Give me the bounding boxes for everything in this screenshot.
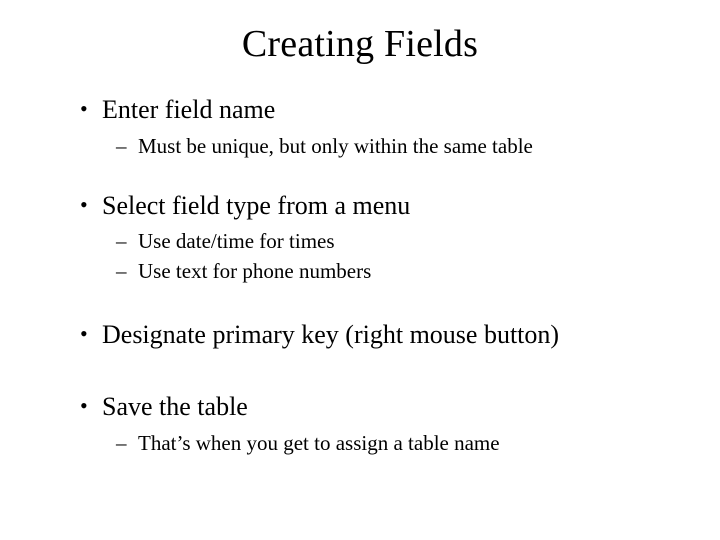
- sub-text: That’s when you get to assign a table na…: [138, 430, 500, 457]
- bullet-group-0: • Enter field name – Must be unique, but…: [80, 94, 670, 160]
- bullet-item: • Select field type from a menu: [80, 190, 670, 223]
- sub-item: – That’s when you get to assign a table …: [116, 430, 670, 457]
- bullet-text: Enter field name: [102, 94, 275, 127]
- sub-item: – Must be unique, but only within the sa…: [116, 133, 670, 160]
- bullet-group-1: • Select field type from a menu – Use da…: [80, 190, 670, 285]
- bullet-group-2: • Designate primary key (right mouse but…: [80, 319, 670, 352]
- bullet-group-3: • Save the table – That’s when you get t…: [80, 391, 670, 457]
- sub-item: – Use text for phone numbers: [116, 258, 670, 285]
- sub-text: Must be unique, but only within the same…: [138, 133, 533, 160]
- dash-icon: –: [116, 430, 138, 457]
- bullet-text: Designate primary key (right mouse butto…: [102, 319, 559, 352]
- sub-text: Use text for phone numbers: [138, 258, 371, 285]
- bullet-item: • Enter field name: [80, 94, 670, 127]
- bullet-icon: •: [80, 98, 102, 120]
- bullet-text: Select field type from a menu: [102, 190, 410, 223]
- dash-icon: –: [116, 258, 138, 285]
- bullet-item: • Designate primary key (right mouse but…: [80, 319, 670, 352]
- bullet-icon: •: [80, 323, 102, 345]
- dash-icon: –: [116, 228, 138, 255]
- bullet-icon: •: [80, 194, 102, 216]
- bullet-item: • Save the table: [80, 391, 670, 424]
- slide-title: Creating Fields: [50, 22, 670, 66]
- dash-icon: –: [116, 133, 138, 160]
- bullet-text: Save the table: [102, 391, 248, 424]
- sub-text: Use date/time for times: [138, 228, 335, 255]
- sub-item: – Use date/time for times: [116, 228, 670, 255]
- bullet-icon: •: [80, 395, 102, 417]
